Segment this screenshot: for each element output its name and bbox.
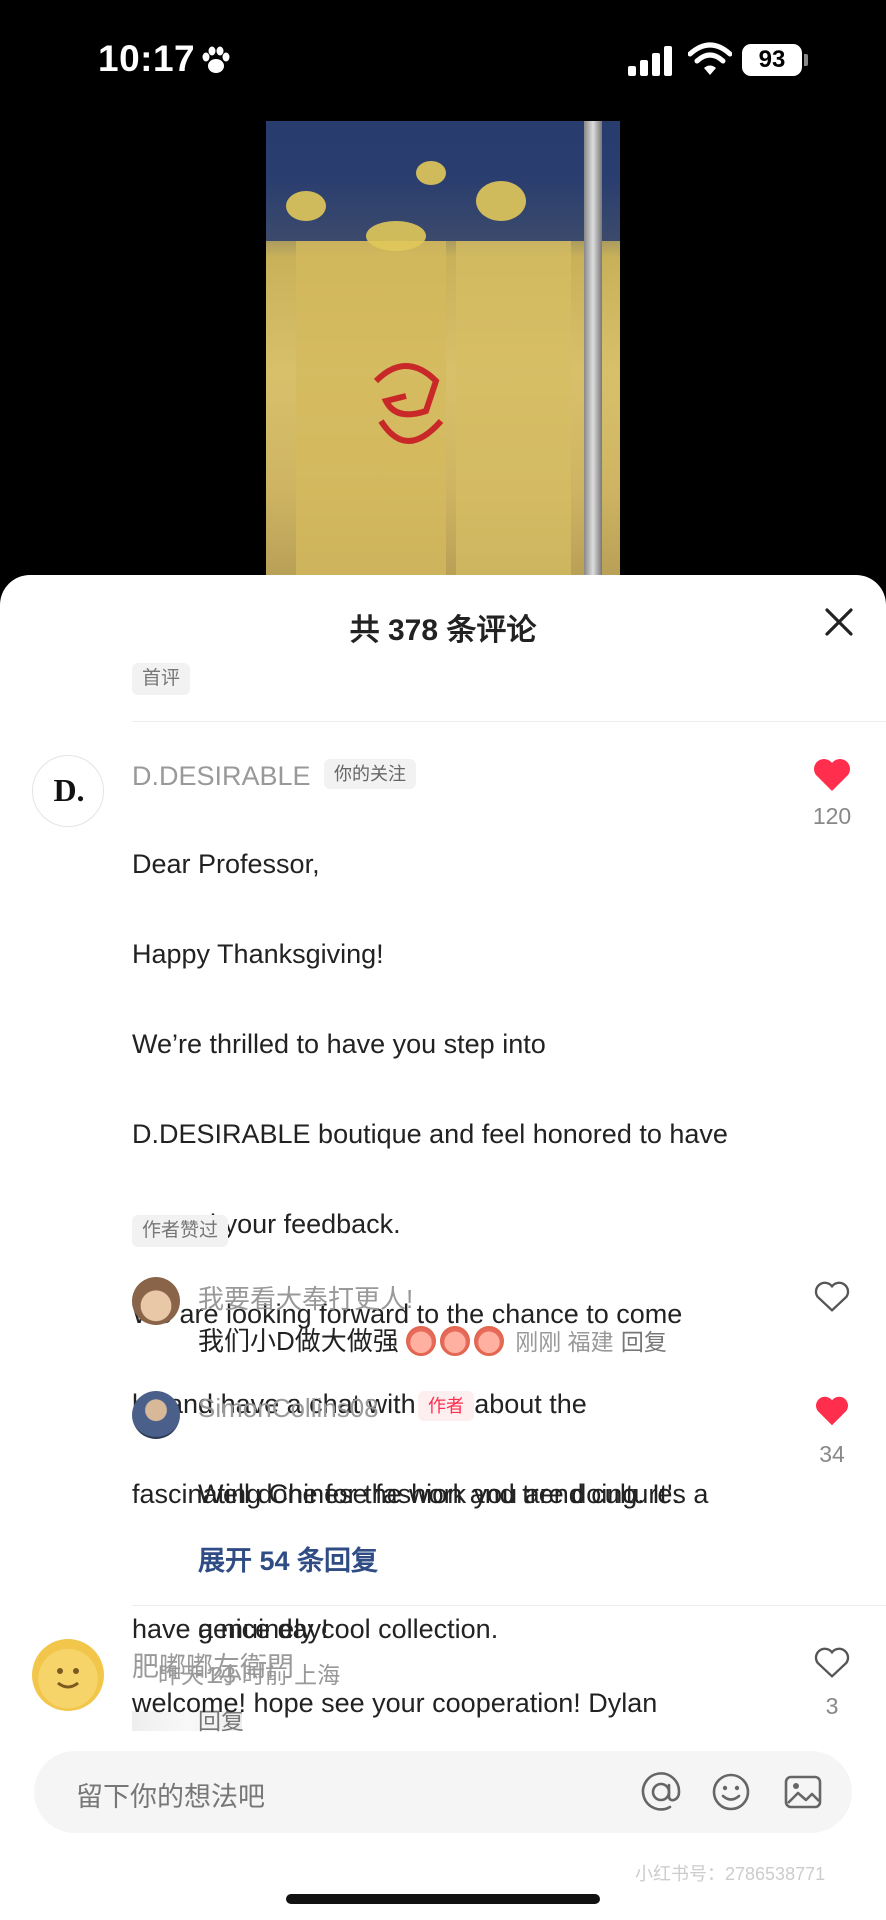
reply-button[interactable]: 回复 — [621, 1329, 667, 1355]
heart-filled-icon[interactable] — [812, 757, 852, 793]
comment-username[interactable]: 肥嘟嘟左衛門 — [132, 1645, 294, 1684]
comment-username[interactable]: D.DESIRABLE — [132, 761, 311, 792]
comment-line: Dear Professor, — [132, 849, 320, 879]
reply-meta: 刚刚 福建 — [515, 1329, 614, 1355]
graffiti-mark — [373, 363, 444, 444]
cartoon-face-icon — [57, 1668, 79, 1689]
expand-replies-button[interactable]: 展开 54 条回复 — [198, 1539, 378, 1578]
emoji-icon[interactable] — [710, 1771, 752, 1813]
home-indicator[interactable] — [286, 1894, 600, 1904]
reply-line: genuinely cool collection. — [198, 1614, 499, 1644]
paw-icon — [202, 46, 230, 73]
author-tag: 作者 — [418, 1391, 474, 1421]
avatar[interactable] — [132, 1277, 180, 1325]
like-count: 120 — [812, 803, 852, 829]
comment-line: Happy Thanksgiving! — [132, 939, 384, 969]
peach-emoji-icon — [406, 1326, 437, 1356]
reply-username[interactable]: SimonCollins08 — [198, 1393, 379, 1424]
watermark: 小红书号：2786538771 — [635, 1864, 826, 1884]
peach-emoji-icon — [474, 1326, 505, 1356]
video-thumbnail[interactable] — [266, 121, 620, 575]
cellular-signal-icon — [628, 46, 672, 76]
author-liked-tag: 作者赞过 — [132, 1215, 229, 1247]
comment-line: earned your feedback. — [132, 1209, 401, 1239]
status-bar: 10:17 93 — [0, 0, 886, 120]
image-icon[interactable] — [782, 1771, 824, 1813]
reply-text: 我们小D做大做强 — [198, 1326, 399, 1356]
battery-level: 93 — [742, 44, 802, 76]
comments-count-title: 共 378 条评论 — [349, 614, 537, 647]
heart-outline-icon[interactable] — [814, 1647, 850, 1679]
reply-username[interactable]: 我要看大奉打更人! — [198, 1279, 413, 1316]
heart-filled-icon[interactable] — [814, 1395, 850, 1427]
battery-icon: 93 — [742, 44, 808, 76]
clock: 10:17 — [98, 38, 196, 79]
peach-emoji-icon — [440, 1326, 471, 1356]
heart-outline-icon[interactable] — [814, 1281, 850, 1313]
reply-body: Well done for the work you are doing. It… — [198, 1427, 798, 1789]
first-comment-tag: 首评 — [132, 663, 191, 695]
comment-line: D.DESIRABLE boutique and feel honored to… — [132, 1119, 728, 1149]
wifi-icon — [688, 42, 732, 75]
follow-tag: 你的关注 — [324, 759, 416, 789]
avatar[interactable]: D. — [32, 755, 104, 827]
reply-line: Well done for the work you are doing. It… — [198, 1479, 709, 1509]
comment-input-placeholder: 留下你的想法吧 — [76, 1782, 265, 1812]
avatar-logo: D. — [53, 772, 85, 808]
avatar[interactable] — [32, 1639, 104, 1711]
avatar[interactable] — [132, 1391, 180, 1439]
at-mention-icon[interactable] — [640, 1771, 682, 1813]
close-icon[interactable] — [822, 605, 856, 639]
comment-line: We’re thrilled to have you step into — [132, 1029, 546, 1059]
like-count: 3 — [825, 1693, 839, 1719]
like-count: 34 — [819, 1441, 845, 1467]
comment-body: welcome! hope see your cooperation! Dyla… — [132, 1688, 658, 1718]
comments-sheet: 共 378 条评论 首评 D. D.DESIRABLE 你的关注 Dear Pr… — [0, 575, 886, 1920]
comment-input[interactable]: 留下你的想法吧 — [34, 1751, 852, 1833]
reply-body: 我们小D做大做强 刚刚 福建 回复 — [198, 1321, 667, 1358]
